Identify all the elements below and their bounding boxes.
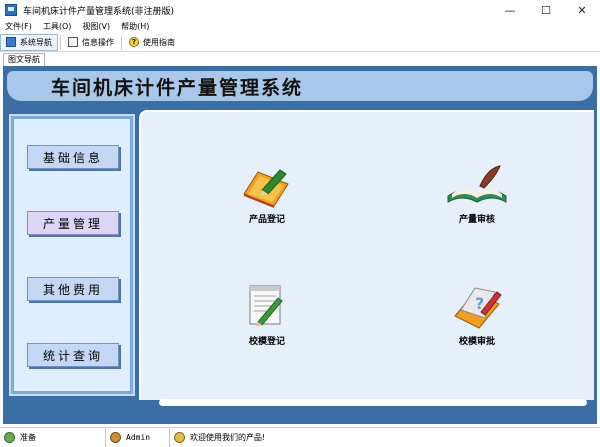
window-controls: — ☐ ✕ <box>492 0 600 20</box>
footer-bar <box>159 399 587 406</box>
tab-strip: 图文导航 <box>0 52 600 66</box>
ready-icon <box>4 432 15 443</box>
page-title: 车间机床计件产量管理系统 <box>51 77 304 99</box>
status-message-text: 欢迎使用我们的产品! <box>190 433 266 442</box>
sidebar-item-production-management[interactable]: 产量管理 <box>27 211 119 235</box>
sidebar-inner: 基础信息 产量管理 其他费用 统计查询 <box>14 119 130 391</box>
status-message: 欢迎使用我们的产品! <box>170 429 269 447</box>
sidebar-item-basic-info[interactable]: 基础信息 <box>27 145 119 169</box>
notepad-pencil-icon <box>249 285 283 327</box>
toolbar-divider <box>60 34 61 50</box>
welcome-icon <box>174 432 185 443</box>
mold-register-module[interactable]: 校模登记 <box>222 282 312 362</box>
app-icon <box>5 4 17 16</box>
maximize-button[interactable]: ☐ <box>528 0 564 20</box>
menu-view[interactable]: 视图(V) <box>82 21 110 32</box>
content-area: 产品登记 产量审核 校模登记 ? 校模审批 <box>139 110 594 400</box>
info-operation-label: 信息操作 <box>82 37 114 47</box>
main-panel: 车间机床计件产量管理系统 基础信息 产量管理 其他费用 统计查询 产品登记 产量… <box>3 66 597 424</box>
status-ready: 准备 <box>0 428 106 447</box>
menu-bar: 文件(F) 工具(O) 视图(V) 帮助(H) <box>0 20 600 33</box>
system-nav-button[interactable]: 系统导航 <box>0 33 58 51</box>
user-icon <box>110 432 121 443</box>
system-nav-label: 系统导航 <box>20 37 52 47</box>
menu-file[interactable]: 文件(F) <box>5 21 32 32</box>
status-ready-text: 准备 <box>20 433 36 442</box>
toolbar-divider <box>121 34 122 50</box>
status-user-text: Admin <box>126 433 151 442</box>
tab-graphic-nav[interactable]: 图文导航 <box>3 53 45 66</box>
minimize-button[interactable]: — <box>492 0 528 20</box>
pencil-folder-icon <box>243 169 289 208</box>
status-user: Admin <box>106 428 170 447</box>
menu-help[interactable]: 帮助(H) <box>121 21 149 32</box>
help-icon: ? <box>129 37 139 47</box>
mold-approve-label: 校模审批 <box>458 337 495 347</box>
info-operation-button[interactable]: 信息操作 <box>63 34 119 51</box>
toolbar: 系统导航 信息操作 ? 使用指南 <box>0 33 600 52</box>
sidebar-item-statistics-query[interactable]: 统计查询 <box>27 343 119 367</box>
product-register-label: 产品登记 <box>248 215 285 225</box>
title-bar: 车间机床计件产量管理系统(非注册版) — ☐ ✕ <box>0 0 600 20</box>
navigation-icon <box>6 37 16 47</box>
menu-tools[interactable]: 工具(O) <box>43 21 72 32</box>
production-audit-label: 产量审核 <box>458 215 495 225</box>
close-button[interactable]: ✕ <box>564 0 600 20</box>
status-bar: 准备 Admin 欢迎使用我们的产品! <box>0 427 600 447</box>
user-guide-button[interactable]: ? 使用指南 <box>124 34 180 51</box>
question-document-icon: ? <box>454 287 502 329</box>
production-audit-module[interactable]: 产量审核 <box>432 164 522 244</box>
mold-register-label: 校模登记 <box>248 337 285 347</box>
user-guide-label: 使用指南 <box>143 37 175 47</box>
book-quill-icon <box>447 165 507 203</box>
sidebar: 基础信息 产量管理 其他费用 统计查询 <box>9 114 135 396</box>
header-band: 车间机床计件产量管理系统 <box>3 66 597 104</box>
info-window-icon <box>68 37 78 47</box>
window-title: 车间机床计件产量管理系统(非注册版) <box>23 6 175 17</box>
mold-approve-module[interactable]: ? 校模审批 <box>432 282 522 362</box>
sidebar-item-other-expenses[interactable]: 其他费用 <box>27 277 119 301</box>
product-register-module[interactable]: 产品登记 <box>222 164 312 244</box>
